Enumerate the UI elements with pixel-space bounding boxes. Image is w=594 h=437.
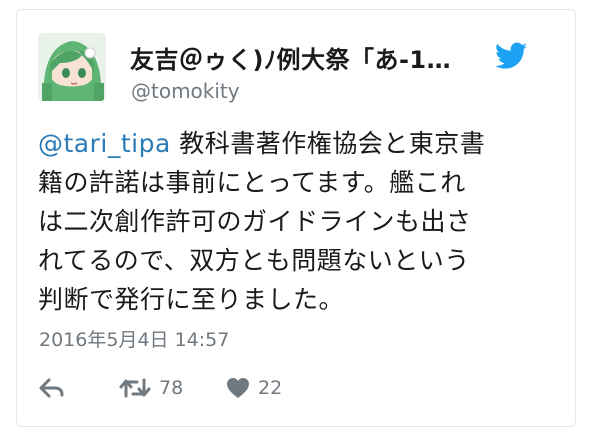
display-name[interactable]: 友吉＠ゥく)ﾉ例大祭「あ-1… — [130, 40, 451, 75]
retweet-icon — [119, 378, 151, 398]
reply-arrow-icon — [39, 378, 64, 398]
retweet-count: 78 — [159, 377, 184, 399]
like-count: 22 — [258, 377, 283, 399]
tweet-text-line: 判断で発行に至りました。 — [38, 285, 345, 314]
avatar-image — [38, 33, 106, 101]
user-handle[interactable]: @tomokity — [131, 79, 240, 103]
tweet-text: @tari_tipa 教科書著作権協会と東京書籍の許諾は事前にとってます。艦これ… — [38, 124, 548, 319]
tweet-text-line: は二次創作許可のガイドラインも出さ — [38, 207, 472, 236]
avatar[interactable] — [38, 33, 106, 101]
twitter-bird-icon[interactable] — [495, 42, 527, 70]
tweet-text-line: れてるので、双方とも問題ないという — [38, 246, 470, 275]
tweet-text-line: 教科書著作権協会と東京書 — [170, 129, 486, 158]
tweet-text-line: 籍の許諾は事前にとってます。艦これ — [38, 168, 466, 197]
retweet-button[interactable]: 78 — [119, 374, 183, 402]
timestamp[interactable]: 2016年5月4日 14:57 — [39, 325, 229, 352]
heart-icon — [227, 378, 249, 398]
like-button[interactable]: 22 — [226, 374, 282, 402]
mention-link[interactable]: @tari_tipa — [38, 129, 171, 158]
reply-button[interactable] — [39, 374, 65, 402]
